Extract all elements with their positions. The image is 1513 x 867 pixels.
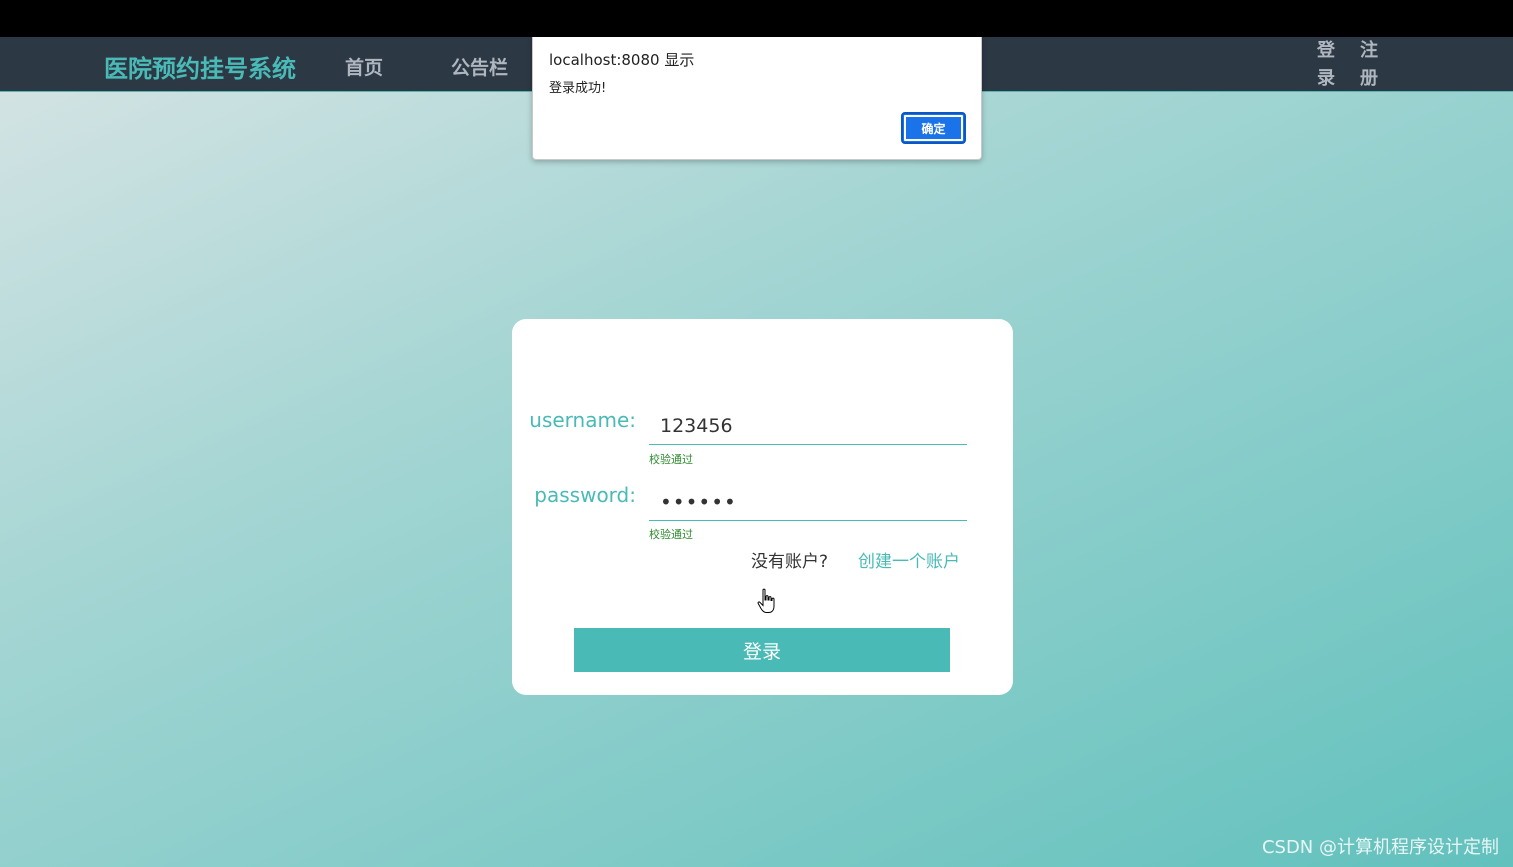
nav-login-link[interactable]: 登 录 <box>1315 37 1337 93</box>
site-brand[interactable]: 医院预约挂号系统 <box>104 49 296 84</box>
username-input[interactable] <box>649 407 967 445</box>
no-account-text: 没有账户? <box>751 552 829 572</box>
password-label: password: <box>534 483 636 507</box>
hand-cursor-icon <box>757 588 775 613</box>
nav-register-char: 册 <box>1360 68 1378 89</box>
username-label: username: <box>529 408 636 432</box>
nav-register-char: 注 <box>1360 40 1378 61</box>
dialog-message: 登录成功! <box>549 81 607 96</box>
dialog-title: localhost:8080 显示 <box>549 51 695 69</box>
create-account-link[interactable]: 创建一个账户 <box>858 547 960 572</box>
nav-home-link[interactable]: 首页 <box>345 53 383 80</box>
dialog-ok-button[interactable]: 确定 <box>901 112 966 144</box>
watermark: CSDN @计算机程序设计定制 <box>1261 837 1499 858</box>
password-validation-hint: 校验通过 <box>649 528 693 541</box>
login-card: username: 校验通过 password: 校验通过 没有账户? 创建一个… <box>512 319 1013 695</box>
nav-login-char: 登 <box>1317 40 1335 61</box>
nav-login-char: 录 <box>1317 68 1335 89</box>
nav-register-link[interactable]: 注 册 <box>1358 37 1380 93</box>
login-button[interactable]: 登录 <box>574 628 950 672</box>
nav-notice-board-link[interactable]: 公告栏 <box>451 53 508 80</box>
password-input[interactable] <box>649 483 967 521</box>
alert-dialog: localhost:8080 显示 登录成功! 确定 <box>532 37 982 160</box>
browser-top-strip <box>0 0 1513 37</box>
username-validation-hint: 校验通过 <box>649 453 693 466</box>
